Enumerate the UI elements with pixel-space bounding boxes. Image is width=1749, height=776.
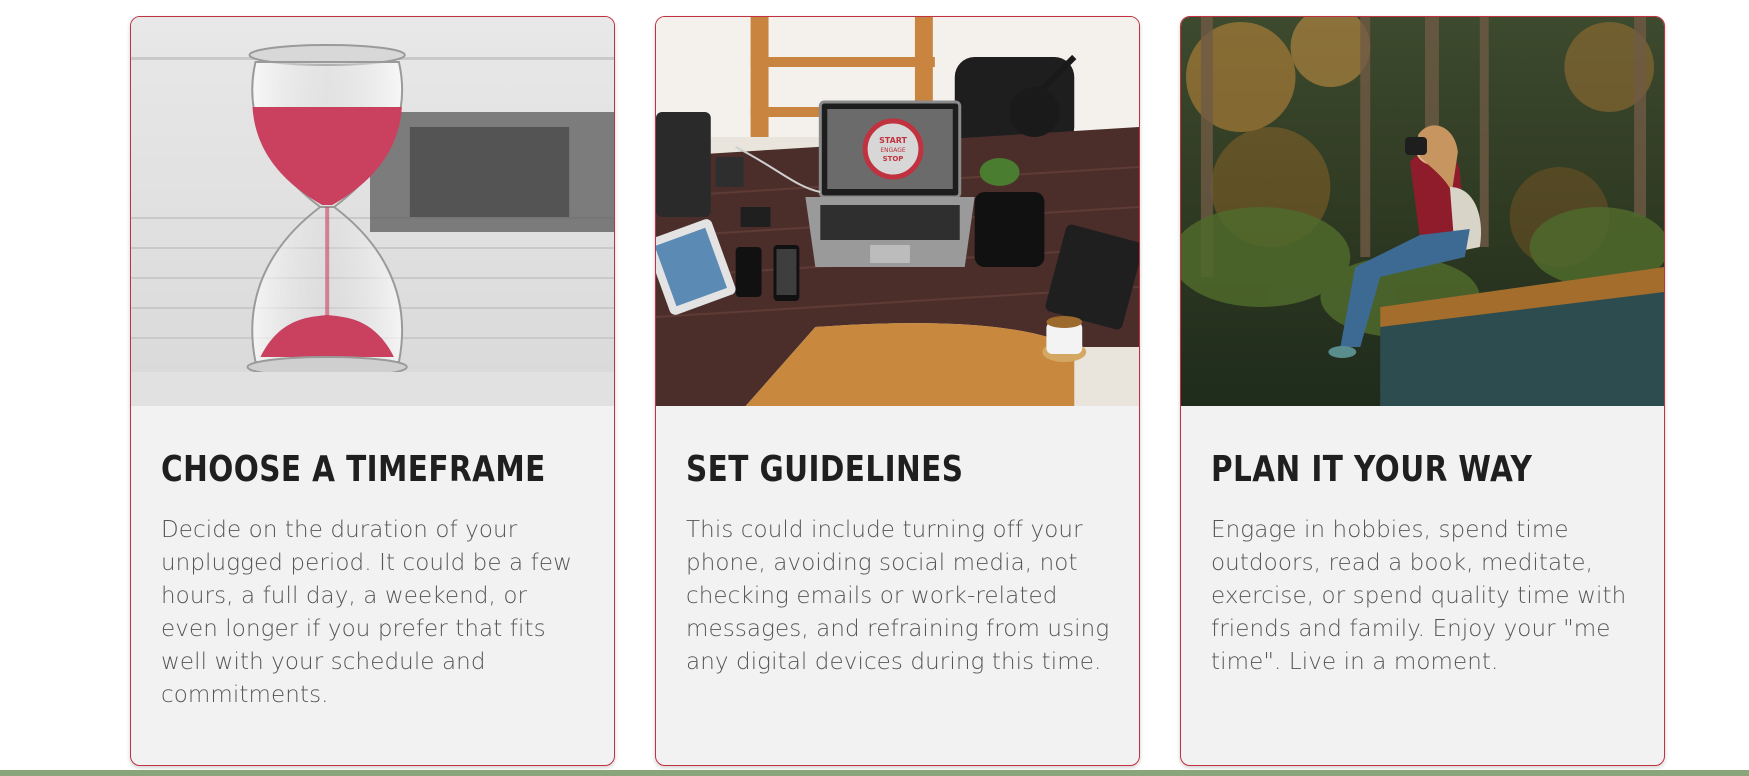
card-title: SET GUIDELINES: [686, 449, 964, 490]
page: CHOOSE A TIMEFRAME Decide on the duratio…: [0, 0, 1749, 776]
card-description: Decide on the duration of your unplugged…: [161, 517, 573, 708]
footer-strip: [0, 770, 1749, 776]
card-set-guidelines: START ENGAGE STOP SET GUIDELINES This co…: [655, 16, 1140, 766]
forest-photographer-image: [1181, 17, 1664, 406]
laptop-screen-text-start: START: [879, 136, 907, 145]
laptop-screen-text-engage: ENGAGE: [880, 147, 905, 154]
hourglass-image: [131, 17, 614, 406]
card-description: Engage in hobbies, spend time outdoors, …: [1211, 517, 1627, 675]
card-description: This could include turning off your phon…: [686, 517, 1110, 675]
desk-image: START ENGAGE STOP: [656, 17, 1139, 406]
card-title: CHOOSE A TIMEFRAME: [161, 449, 546, 490]
laptop-screen-text-stop: STOP: [883, 155, 904, 163]
card-title: PLAN IT YOUR WAY: [1211, 449, 1533, 490]
card-plan-it-your-way: PLAN IT YOUR WAY Engage in hobbies, spen…: [1180, 16, 1665, 766]
card-choose-timeframe: CHOOSE A TIMEFRAME Decide on the duratio…: [130, 16, 615, 766]
